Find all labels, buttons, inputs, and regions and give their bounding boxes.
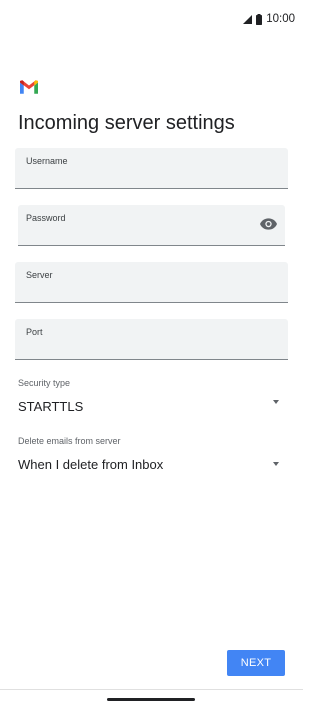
delete-emails-value: When I delete from Inbox xyxy=(18,457,164,472)
page-title: Incoming server settings xyxy=(18,112,235,134)
security-type-label: Security type xyxy=(18,378,71,388)
status-icons: 10:00 xyxy=(243,13,295,25)
battery-icon xyxy=(256,13,263,25)
delete-emails-label: Delete emails from server xyxy=(18,436,121,446)
status-bar: 10:00 xyxy=(0,0,303,40)
username-field[interactable]: Username xyxy=(15,148,288,189)
chevron-down-icon[interactable] xyxy=(273,400,279,404)
gmail-logo-icon xyxy=(20,80,38,94)
port-label: Port xyxy=(26,327,43,337)
chevron-down-icon[interactable] xyxy=(273,462,279,466)
status-time: 10:00 xyxy=(266,13,295,25)
server-field[interactable]: Server xyxy=(15,262,288,303)
eye-icon[interactable] xyxy=(260,218,277,230)
username-label: Username xyxy=(26,156,68,166)
security-type-value: STARTTLS xyxy=(18,399,84,414)
home-indicator[interactable] xyxy=(107,698,195,701)
password-label: Password xyxy=(26,213,66,223)
port-field[interactable]: Port xyxy=(15,319,288,360)
server-label: Server xyxy=(26,270,53,280)
divider xyxy=(0,689,303,690)
signal-icon xyxy=(243,14,253,24)
password-field[interactable]: Password xyxy=(18,205,285,246)
next-button[interactable]: NEXT xyxy=(227,650,285,676)
